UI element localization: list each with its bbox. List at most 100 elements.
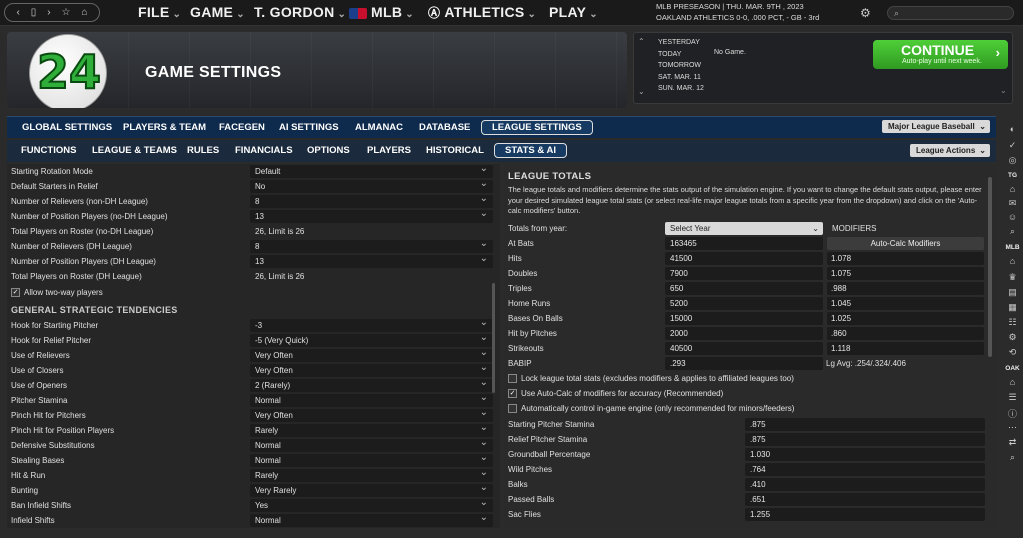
league-select[interactable]: Major League Baseball ⌄ <box>882 120 990 133</box>
star-icon[interactable]: ☆ <box>62 7 71 18</box>
info-icon[interactable]: ⓘ <box>1002 407 1023 420</box>
setting-select[interactable]: Rarely <box>250 421 493 437</box>
news-icon[interactable]: ▤ <box>1002 287 1023 298</box>
tab-global-settings[interactable]: GLOBAL SETTINGS <box>22 122 112 133</box>
stat-modifier-input[interactable]: 1.045 <box>827 297 984 310</box>
setting-select[interactable]: Normal <box>250 436 493 452</box>
scrollbar-thumb[interactable] <box>988 177 992 357</box>
person-icon[interactable]: ☺ <box>1002 212 1023 222</box>
setting-select[interactable]: Very Often <box>250 406 493 422</box>
engine-input[interactable]: 1.030 <box>745 448 985 461</box>
setting-select[interactable]: Default <box>250 164 493 178</box>
search-input[interactable]: ⌕ <box>887 6 1014 20</box>
stat-total-input[interactable]: 2000 <box>665 327 823 340</box>
home-icon[interactable]: ⌂ <box>1002 377 1023 387</box>
babip-input[interactable]: .293 <box>665 357 823 370</box>
stat-modifier-input[interactable]: 1.078 <box>827 252 984 265</box>
roster-icon[interactable]: ☰ <box>1002 392 1023 403</box>
setting-select[interactable]: No <box>250 177 493 193</box>
tab-league-settings[interactable]: LEAGUE SETTINGS <box>481 120 593 135</box>
menu-file[interactable]: FILE ⌄ <box>138 4 181 20</box>
setting-select[interactable]: 8 <box>250 237 493 253</box>
chevron-up-icon[interactable]: ⌃ <box>638 37 645 47</box>
setting-select[interactable]: Yes <box>250 496 493 512</box>
tab-almanac[interactable]: ALMANAC <box>355 122 403 133</box>
stat-total-input[interactable]: 41500 <box>665 252 823 265</box>
setting-select[interactable]: 13 <box>250 252 493 268</box>
setting-select[interactable]: Very Rarely <box>250 481 493 497</box>
checkbox-unchecked[interactable] <box>508 404 517 414</box>
menu-play[interactable]: PLAY ⌄ <box>549 4 598 20</box>
day-today[interactable]: TODAY <box>658 49 704 61</box>
menu-manager[interactable]: T. GORDON ⌄ <box>254 4 346 20</box>
setting-select[interactable]: Normal <box>250 451 493 467</box>
tab-ai-settings[interactable]: AI SETTINGS <box>279 122 339 133</box>
trophy-icon[interactable]: ♛ <box>1002 272 1023 283</box>
check-icon[interactable]: ✓ <box>1002 140 1023 151</box>
stat-modifier-input[interactable]: 1.025 <box>827 312 984 325</box>
globe-icon[interactable]: ◎ <box>1002 155 1023 166</box>
home-icon[interactable]: ⌂ <box>1002 184 1023 194</box>
calendar-icon[interactable]: ▦ <box>1002 302 1023 313</box>
setting-select[interactable]: Rarely <box>250 466 493 482</box>
left-scrollbar[interactable] <box>491 165 497 525</box>
setting-select[interactable]: Very Often <box>250 346 493 362</box>
day-tomorrow[interactable]: TOMORROW <box>658 60 704 72</box>
checkbox-row[interactable]: Lock league total stats (excludes modifi… <box>508 374 794 384</box>
two-way-checkbox-row[interactable]: ✓ Allow two-way players <box>7 285 497 300</box>
gear-icon[interactable]: ⚙ <box>1002 332 1023 343</box>
forward-icon[interactable]: › <box>47 7 50 18</box>
setting-select[interactable]: Normal <box>250 511 493 527</box>
continue-button[interactable]: CONTINUE Auto-play until next week. › <box>873 40 1008 69</box>
lineup-icon[interactable]: ⋯ <box>1002 422 1023 433</box>
engine-input[interactable]: .875 <box>745 433 985 446</box>
year-select[interactable]: Select Year ⌄ <box>665 222 823 235</box>
stat-total-input[interactable]: 5200 <box>665 297 823 310</box>
menu-game[interactable]: GAME ⌄ <box>190 4 245 20</box>
gear-icon[interactable]: ⚙ <box>860 6 871 20</box>
stat-total-input[interactable]: 650 <box>665 282 823 295</box>
tab-stats-ai[interactable]: STATS & AI <box>494 143 568 158</box>
setting-select[interactable]: -3 <box>250 316 493 332</box>
tab-options[interactable]: OPTIONS <box>307 145 350 156</box>
stat-total-input[interactable]: 40500 <box>665 342 823 355</box>
engine-input[interactable]: .651 <box>745 493 985 506</box>
tab-financials[interactable]: FINANCIALS <box>235 145 293 156</box>
tab-functions[interactable]: FUNCTIONS <box>21 145 76 156</box>
stat-modifier-input[interactable]: .860 <box>827 327 984 340</box>
stat-total-input[interactable]: 7900 <box>665 267 823 280</box>
checkbox-row[interactable]: Automatically control in-game engine (on… <box>508 404 794 414</box>
right-scrollbar[interactable] <box>987 165 995 525</box>
setting-select[interactable]: Very Often <box>250 361 493 377</box>
tab-players-team[interactable]: PLAYERS & TEAM <box>123 122 206 133</box>
history-icon[interactable]: ⟲ <box>1002 347 1023 358</box>
league-actions-select[interactable]: League Actions ⌄ <box>910 144 990 157</box>
engine-input[interactable]: .875 <box>745 418 985 431</box>
transactions-icon[interactable]: ⇄ <box>1002 437 1023 448</box>
menu-team[interactable]: Ⓐ ATHLETICS ⌄ <box>428 4 536 21</box>
tab-players[interactable]: PLAYERS <box>367 145 411 156</box>
chevron-down-icon[interactable]: ⌄ <box>638 87 645 97</box>
tab-historical[interactable]: HISTORICAL <box>426 145 484 156</box>
tab-facegen[interactable]: FACEGEN <box>219 122 265 133</box>
search-icon[interactable]: ⌕ <box>1002 452 1023 463</box>
day-yesterday[interactable]: YESTERDAY <box>658 37 704 49</box>
stat-modifier-input[interactable]: 1.075 <box>827 267 984 280</box>
checkbox-checked[interactable]: ✓ <box>11 288 20 298</box>
setting-select[interactable]: 13 <box>250 207 493 223</box>
day-item[interactable]: SAT. MAR. 11 <box>658 72 704 84</box>
menu-mlb[interactable]: MLB ⌄ <box>349 4 414 20</box>
setting-select[interactable]: Normal <box>250 391 493 407</box>
engine-input[interactable]: 1.255 <box>745 508 985 521</box>
tab-rules[interactable]: RULES <box>187 145 219 156</box>
auto-calc-button[interactable]: Auto-Calc Modifiers <box>827 237 984 250</box>
help-icon[interactable]: ◐ <box>1002 124 1023 134</box>
stat-modifier-input[interactable]: .988 <box>827 282 984 295</box>
setting-select[interactable]: 2 (Rarely) <box>250 376 493 392</box>
tab-league-teams[interactable]: LEAGUE & TEAMS <box>92 145 177 156</box>
home-icon[interactable]: ⌂ <box>81 7 87 18</box>
stat-modifier-input[interactable]: 1.118 <box>827 342 984 355</box>
back-icon[interactable]: ‹ <box>16 7 19 18</box>
search-icon[interactable]: ⌕ <box>1002 226 1023 237</box>
scrollbar-thumb[interactable] <box>492 283 495 393</box>
